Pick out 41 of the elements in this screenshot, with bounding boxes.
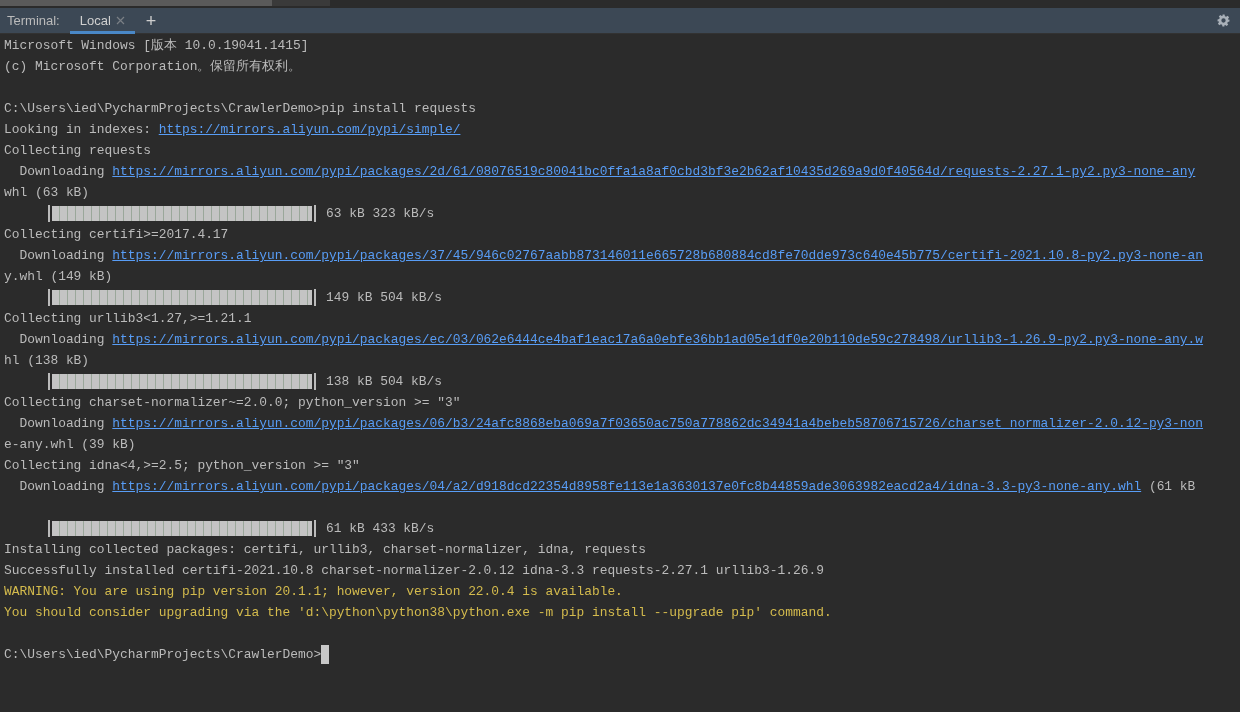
warning-text: You should consider upgrading via the 'd:\python\python38\python.exe -m pip install --upgrade pip' command.	[4, 605, 832, 620]
terminal-text: C:\Users\ied\PycharmProjects\CrawlerDemo>	[4, 646, 322, 664]
terminal-text: Downloading	[18, 164, 106, 179]
terminal-text: (61 kB	[1147, 479, 1196, 494]
terminal-text: C:\Users\ied\PycharmProjects\CrawlerDemo>pip install requests	[4, 101, 476, 116]
terminal-text: (c) Microsoft Corporation。保留所有权利。	[4, 59, 302, 74]
url-link[interactable]: https://mirrors.aliyun.com/pypi/packages/04/a2/d918dcd22354d8958fe113e1a3630137e0fc8b44859ade3063982eacd2a4/idna-3.3-py3-none-any.whl	[112, 479, 1142, 494]
terminal-text: Downloading	[18, 332, 106, 347]
text-cursor	[321, 645, 330, 664]
terminal-text: Microsoft Windows [版本 10.0.19041.1415]	[4, 38, 309, 53]
tool-window-title: Terminal:	[7, 11, 60, 30]
terminal-text: Collecting urllib3<1.27,>=1.21.1	[4, 311, 252, 326]
terminal-text: Looking in indexes:	[4, 122, 152, 137]
warning-text: WARNING: You are using pip version 20.1.1; however, version 22.0.4 is available.	[4, 584, 623, 599]
terminal-text: Collecting certifi>=2017.4.17	[4, 227, 229, 242]
terminal-text: hl (138 kB)	[4, 353, 90, 368]
url-link[interactable]: https://mirrors.aliyun.com/pypi/packages/ec/03/062e6444ce4baf1eac17a6a0ebfe36bb1ad05e1df0e20b110de59c278498/urllib3-1.26.9-py2.py3-none-any.w	[112, 332, 1204, 347]
terminal-text: 138 kB 504 kB/s	[326, 373, 443, 391]
url-link[interactable]: https://mirrors.aliyun.com/pypi/packages/06/b3/24afc8868eba069a7f03650ac750a778862dc34941a4bebeb58706715726/charset_normalizer-2.0.12-py3-non	[112, 416, 1204, 431]
terminal-text: 61 kB 433 kB/s	[326, 520, 435, 538]
terminal-text: Downloading	[18, 416, 106, 431]
terminal-text: Downloading	[18, 479, 106, 494]
url-link[interactable]: https://mirrors.aliyun.com/pypi/packages/2d/61/08076519c80041bc0ffa1a8af0cbd3bf3e2b62af10435d269a9d0f40564d/requests-2.27.1-py2.py3-none-any	[112, 164, 1196, 179]
terminal-text: Installing collected packages: certifi, urllib3, charset-normalizer, idna, requests	[4, 542, 647, 557]
terminal-text: Successfully installed certifi-2021.10.8 charset-normalizer-2.0.12 idna-3.3 requests-2.27.1 urllib3-1.26.9	[4, 563, 824, 578]
new-tab-button[interactable]: +	[142, 11, 160, 30]
terminal-text: e-any.whl (39 kB)	[4, 437, 136, 452]
terminal-text: Downloading	[18, 248, 106, 263]
terminal-text: Collecting requests	[4, 143, 151, 158]
url-link[interactable]: https://mirrors.aliyun.com/pypi/simple/	[158, 122, 461, 137]
terminal-text: Collecting charset-normalizer~=2.0.0; python_version >= "3"	[4, 395, 461, 410]
close-icon[interactable]	[115, 16, 125, 25]
terminal-text: 63 kB 323 kB/s	[326, 205, 435, 223]
terminal-text: Collecting idna<4,>=2.5; python_version >= "3"	[4, 458, 360, 473]
scrollbar-thumb[interactable]	[0, 0, 272, 6]
terminal-tab[interactable]: Local	[69, 7, 135, 34]
url-link[interactable]: https://mirrors.aliyun.com/pypi/packages/37/45/946c02767aabb873146011e665728b680884cd8fe70dde973c640e45b775/certifi-2021.10.8-py2.py3-none-an	[112, 248, 1204, 263]
terminal-text: 149 kB 504 kB/s	[326, 289, 443, 307]
settings-icon[interactable]	[1217, 14, 1230, 27]
terminal-text: whl (63 kB)	[4, 185, 90, 200]
terminal-text: y.whl (149 kB)	[4, 269, 113, 284]
